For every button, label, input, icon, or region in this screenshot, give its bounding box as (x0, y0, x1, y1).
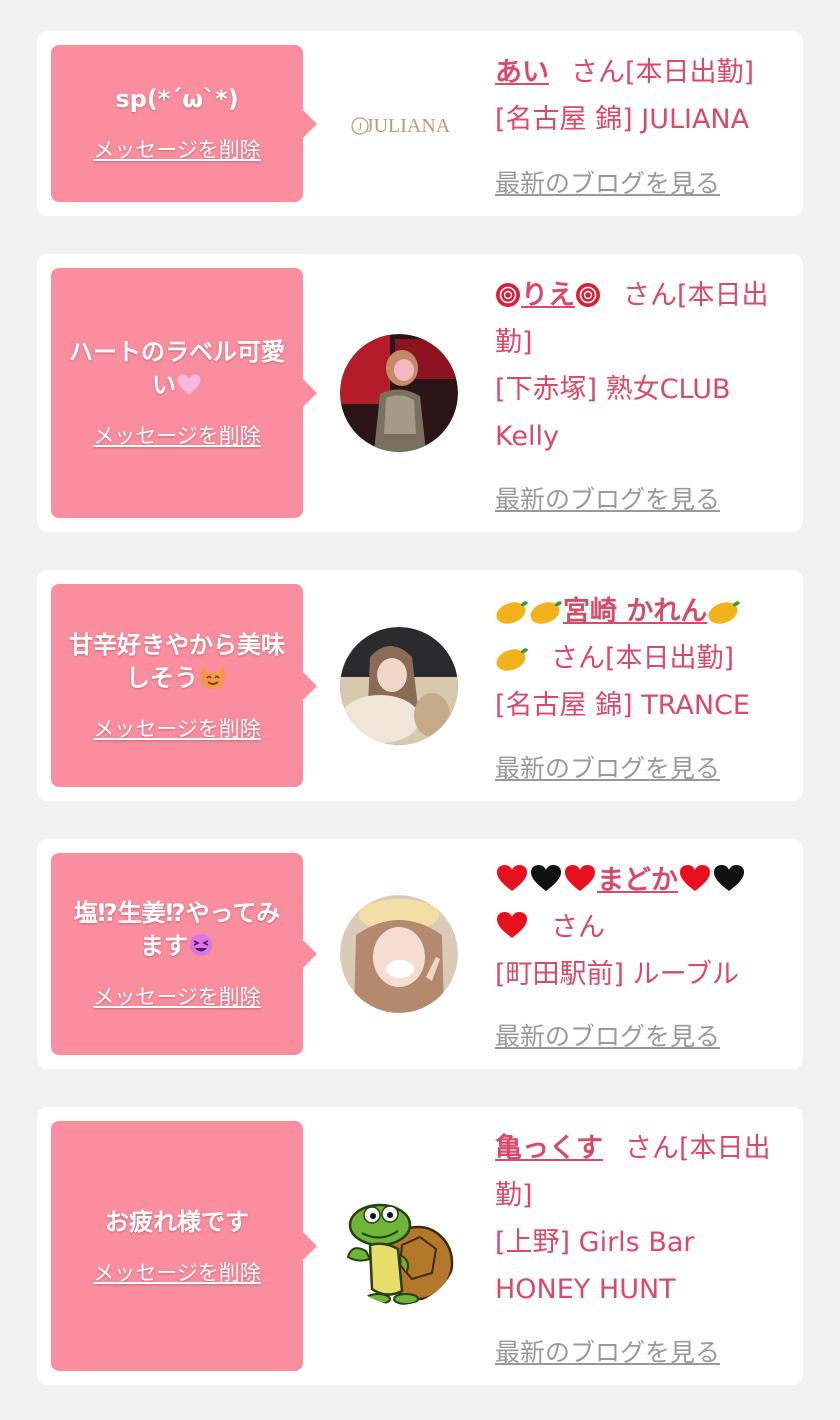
shop-name: [町田駅前] ルーブル (495, 959, 740, 990)
avatar-photo (340, 334, 458, 452)
rose-icon (495, 282, 521, 308)
mango-icon (707, 598, 741, 624)
shop-name: [上野] Girls Bar HONEY HUNT (495, 1227, 695, 1305)
message-text: 甘辛好きやから美味しそう (69, 630, 285, 692)
mango-icon (495, 598, 529, 624)
red-heart-icon (495, 863, 529, 893)
shop-logo[interactable]: J JULIANA (340, 65, 458, 183)
cast-info: 亀っくす さん[本日出勤] [上野] Girls Bar HONEY HUNT (495, 1125, 789, 1313)
juliana-logo-icon: J JULIANA (351, 115, 451, 137)
cast-avatar[interactable] (340, 1187, 458, 1305)
message-text: お疲れ様です (105, 1207, 249, 1236)
cast-status: さん[本日出勤] (551, 643, 735, 674)
mango-icon (529, 598, 563, 624)
cast-name-link[interactable]: あい (495, 57, 549, 88)
message-bubble: sp(*´ω`*) メッセージを削除 (51, 45, 317, 202)
star-struck-icon (188, 932, 214, 958)
favorite-card: ハートのラベル可愛い メッセージを削除 りえ さん[本日出勤] [下赤塚] 熟女… (37, 254, 803, 532)
delete-message-link[interactable]: メッセージを削除 (93, 420, 261, 450)
red-heart-icon (678, 863, 712, 893)
message-bubble: 塩⁉生姜⁉やってみます メッセージを削除 (51, 853, 317, 1055)
cast-avatar[interactable] (340, 334, 458, 452)
cast-info: りえ さん[本日出勤] [下赤塚] 熟女CLUB Kelly (495, 272, 789, 460)
favorite-card: お疲れ様です メッセージを削除 亀っくす さん[本日出勤] [上野] Girls… (37, 1107, 803, 1385)
shop-name: [下赤塚] 熟女CLUB Kelly (495, 374, 731, 452)
latest-blog-link[interactable]: 最新のブログを見る (495, 1017, 720, 1053)
black-heart-icon (712, 863, 746, 893)
message-bubble: お疲れ様です メッセージを削除 (51, 1121, 317, 1371)
cast-avatar[interactable] (340, 626, 458, 745)
message-text: 塩⁉生姜⁉やってみます (73, 899, 281, 960)
cast-status: さん[本日出勤] (571, 57, 755, 88)
latest-blog-link[interactable]: 最新のブログを見る (495, 749, 720, 785)
cast-name-link[interactable]: まどか (495, 865, 746, 943)
mango-icon (495, 645, 529, 671)
favorite-card: 甘辛好きやから美味しそう メッセージを削除 宮崎 かれん さん[本日出勤] [名古… (37, 570, 803, 801)
message-bubble: 甘辛好きやから美味しそう メッセージを削除 (51, 584, 317, 787)
delete-message-link[interactable]: メッセージを削除 (93, 981, 261, 1011)
favorite-card: sp(*´ω`*) メッセージを削除 J JULIANA あい さん[本日出勤] … (37, 31, 803, 216)
favorite-card: 塩⁉生姜⁉やってみます メッセージを削除 まどかさん [町田駅前] ルーブル (37, 839, 803, 1069)
black-heart-icon (529, 863, 563, 893)
cast-info: まどか さん [町田駅前] ルーブル (495, 857, 789, 998)
cast-name-link[interactable]: りえ (495, 280, 601, 311)
shop-name: [名古屋 錦] TRANCE (495, 690, 750, 721)
delete-message-link[interactable]: メッセージを削除 (93, 713, 261, 743)
latest-blog-link[interactable]: 最新のブログを見る (495, 480, 720, 516)
message-bubble: ハートのラベル可愛い メッセージを削除 (51, 268, 317, 518)
favorite-list: sp(*´ω`*) メッセージを削除 J JULIANA あい さん[本日出勤] … (0, 0, 840, 1420)
cat-smile-icon (198, 662, 228, 690)
message-text: ハートのラベル可愛い (69, 338, 285, 399)
cast-avatar[interactable] (340, 895, 458, 1013)
svg-text:J: J (358, 121, 363, 133)
latest-blog-link[interactable]: 最新のブログを見る (495, 164, 720, 200)
red-heart-icon (495, 910, 529, 940)
avatar-photo (340, 895, 458, 1013)
cast-name-link[interactable]: 亀っくす (495, 1133, 603, 1164)
turtle-illustration (346, 1203, 454, 1305)
message-text: sp(*´ω`*) (115, 85, 239, 113)
cast-info: あい さん[本日出勤] [名古屋 錦] JULIANA (495, 49, 789, 143)
shop-name: [名古屋 錦] JULIANA (495, 104, 750, 135)
rose-icon (575, 282, 601, 308)
pink-heart-icon (176, 373, 202, 397)
delete-message-link[interactable]: メッセージを削除 (93, 134, 261, 164)
latest-blog-link[interactable]: 最新のブログを見る (495, 1333, 720, 1369)
avatar-photo (340, 626, 458, 745)
delete-message-link[interactable]: メッセージを削除 (93, 1257, 261, 1287)
svg-text:JULIANA: JULIANA (366, 115, 451, 137)
red-heart-icon (563, 863, 597, 893)
cast-status: さん (551, 912, 605, 943)
cast-info: 宮崎 かれん さん[本日出勤] [名古屋 錦] TRANCE (495, 588, 789, 729)
